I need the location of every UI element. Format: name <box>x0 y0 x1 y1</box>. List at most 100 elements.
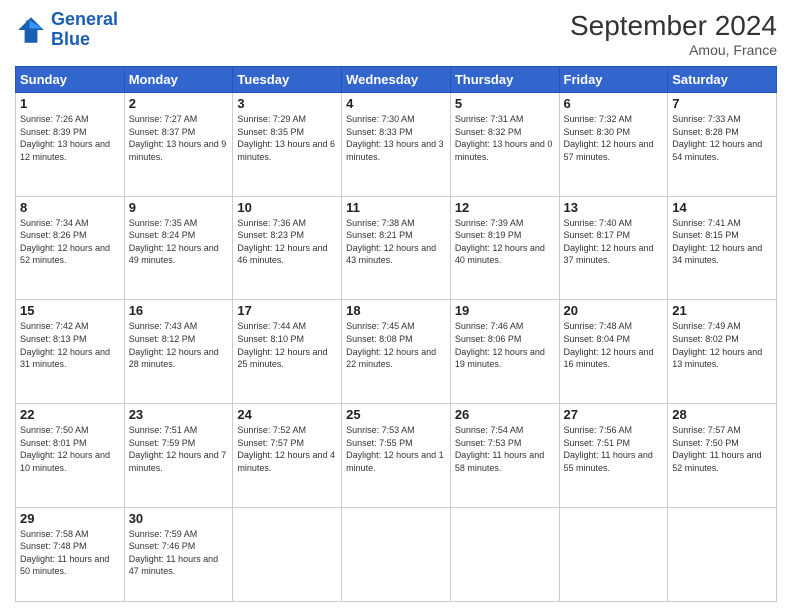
header-saturday: Saturday <box>668 67 777 93</box>
day-number: 11 <box>346 200 446 215</box>
day-info: Sunrise: 7:48 AMSunset: 8:04 PMDaylight:… <box>564 320 664 370</box>
day-info: Sunrise: 7:40 AMSunset: 8:17 PMDaylight:… <box>564 217 664 267</box>
day-number: 22 <box>20 407 120 422</box>
calendar-cell: 12 Sunrise: 7:39 AMSunset: 8:19 PMDayligh… <box>450 196 559 300</box>
calendar-week-5: 29 Sunrise: 7:58 AMSunset: 7:48 PMDayligh… <box>16 507 777 601</box>
header-tuesday: Tuesday <box>233 67 342 93</box>
location: Amou, France <box>570 42 777 58</box>
calendar-cell: 15 Sunrise: 7:42 AMSunset: 8:13 PMDayligh… <box>16 300 125 404</box>
day-info: Sunrise: 7:27 AMSunset: 8:37 PMDaylight:… <box>129 113 229 163</box>
calendar-cell: 3Sunrise: 7:29 AMSunset: 8:35 PMDaylight… <box>233 93 342 197</box>
calendar-cell: 27Sunrise: 7:56 AMSunset: 7:51 PMDayligh… <box>559 404 668 508</box>
calendar-cell: 14 Sunrise: 7:41 AMSunset: 8:15 PMDayligh… <box>668 196 777 300</box>
day-number: 6 <box>564 96 664 111</box>
day-number: 16 <box>129 303 229 318</box>
month-title: September 2024 <box>570 10 777 42</box>
header: General Blue September 2024 Amou, France <box>15 10 777 58</box>
calendar-cell <box>668 507 777 601</box>
calendar-cell <box>559 507 668 601</box>
day-number: 10 <box>237 200 337 215</box>
header-monday: Monday <box>124 67 233 93</box>
day-number: 23 <box>129 407 229 422</box>
day-number: 3 <box>237 96 337 111</box>
calendar-cell: 7Sunrise: 7:33 AMSunset: 8:28 PMDaylight… <box>668 93 777 197</box>
day-number: 30 <box>129 511 229 526</box>
title-block: September 2024 Amou, France <box>570 10 777 58</box>
day-info: Sunrise: 7:59 AMSunset: 7:46 PMDaylight:… <box>129 528 229 578</box>
day-info: Sunrise: 7:33 AMSunset: 8:28 PMDaylight:… <box>672 113 772 163</box>
day-info: Sunrise: 7:53 AMSunset: 7:55 PMDaylight:… <box>346 424 446 474</box>
day-info: Sunrise: 7:51 AMSunset: 7:59 PMDaylight:… <box>129 424 229 474</box>
day-number: 29 <box>20 511 120 526</box>
day-number: 20 <box>564 303 664 318</box>
calendar-cell: 1Sunrise: 7:26 AMSunset: 8:39 PMDaylight… <box>16 93 125 197</box>
day-info: Sunrise: 7:54 AMSunset: 7:53 PMDaylight:… <box>455 424 555 474</box>
calendar-week-4: 22 Sunrise: 7:50 AMSunset: 8:01 PMDayligh… <box>16 404 777 508</box>
day-info: Sunrise: 7:38 AMSunset: 8:21 PMDaylight:… <box>346 217 446 267</box>
header-thursday: Thursday <box>450 67 559 93</box>
calendar-cell: 2Sunrise: 7:27 AMSunset: 8:37 PMDaylight… <box>124 93 233 197</box>
logo-text: General Blue <box>51 10 118 50</box>
day-info: Sunrise: 7:50 AMSunset: 8:01 PMDaylight:… <box>20 424 120 474</box>
calendar-table: Sunday Monday Tuesday Wednesday Thursday… <box>15 66 777 602</box>
logo-icon <box>15 14 47 46</box>
day-number: 17 <box>237 303 337 318</box>
calendar-cell <box>342 507 451 601</box>
day-info: Sunrise: 7:39 AMSunset: 8:19 PMDaylight:… <box>455 217 555 267</box>
calendar-cell: 26 Sunrise: 7:54 AMSunset: 7:53 PMDayligh… <box>450 404 559 508</box>
calendar-cell: 13 Sunrise: 7:40 AMSunset: 8:17 PMDayligh… <box>559 196 668 300</box>
day-info: Sunrise: 7:34 AMSunset: 8:26 PMDaylight:… <box>20 217 120 267</box>
logo-blue: Blue <box>51 29 90 49</box>
day-info: Sunrise: 7:49 AMSunset: 8:02 PMDaylight:… <box>672 320 772 370</box>
day-number: 14 <box>672 200 772 215</box>
day-number: 15 <box>20 303 120 318</box>
day-info: Sunrise: 7:52 AMSunset: 7:57 PMDaylight:… <box>237 424 337 474</box>
logo: General Blue <box>15 10 118 50</box>
day-number: 19 <box>455 303 555 318</box>
day-number: 21 <box>672 303 772 318</box>
day-info: Sunrise: 7:36 AMSunset: 8:23 PMDaylight:… <box>237 217 337 267</box>
calendar-cell: 5 Sunrise: 7:31 AMSunset: 8:32 PMDaylight… <box>450 93 559 197</box>
calendar-cell: 29 Sunrise: 7:58 AMSunset: 7:48 PMDayligh… <box>16 507 125 601</box>
day-info: Sunrise: 7:45 AMSunset: 8:08 PMDaylight:… <box>346 320 446 370</box>
calendar-cell: 24Sunrise: 7:52 AMSunset: 7:57 PMDayligh… <box>233 404 342 508</box>
calendar-cell: 30 Sunrise: 7:59 AMSunset: 7:46 PMDayligh… <box>124 507 233 601</box>
day-info: Sunrise: 7:30 AMSunset: 8:33 PMDaylight:… <box>346 113 446 163</box>
calendar-cell: 19 Sunrise: 7:46 AMSunset: 8:06 PMDayligh… <box>450 300 559 404</box>
calendar-cell: 18 Sunrise: 7:45 AMSunset: 8:08 PMDayligh… <box>342 300 451 404</box>
day-info: Sunrise: 7:46 AMSunset: 8:06 PMDaylight:… <box>455 320 555 370</box>
calendar-cell: 16 Sunrise: 7:43 AMSunset: 8:12 PMDayligh… <box>124 300 233 404</box>
day-info: Sunrise: 7:41 AMSunset: 8:15 PMDaylight:… <box>672 217 772 267</box>
day-info: Sunrise: 7:31 AMSunset: 8:32 PMDaylight:… <box>455 113 555 163</box>
calendar-cell <box>450 507 559 601</box>
day-number: 13 <box>564 200 664 215</box>
day-number: 26 <box>455 407 555 422</box>
calendar-cell: 10 Sunrise: 7:36 AMSunset: 8:23 PMDayligh… <box>233 196 342 300</box>
day-number: 9 <box>129 200 229 215</box>
day-number: 18 <box>346 303 446 318</box>
calendar-week-1: 1Sunrise: 7:26 AMSunset: 8:39 PMDaylight… <box>16 93 777 197</box>
day-info: Sunrise: 7:44 AMSunset: 8:10 PMDaylight:… <box>237 320 337 370</box>
day-number: 1 <box>20 96 120 111</box>
calendar-cell: 11 Sunrise: 7:38 AMSunset: 8:21 PMDayligh… <box>342 196 451 300</box>
calendar-week-2: 8 Sunrise: 7:34 AMSunset: 8:26 PMDaylight… <box>16 196 777 300</box>
calendar-cell: 4Sunrise: 7:30 AMSunset: 8:33 PMDaylight… <box>342 93 451 197</box>
calendar-cell: 21 Sunrise: 7:49 AMSunset: 8:02 PMDayligh… <box>668 300 777 404</box>
calendar-cell: 25 Sunrise: 7:53 AMSunset: 7:55 PMDayligh… <box>342 404 451 508</box>
day-number: 25 <box>346 407 446 422</box>
day-number: 5 <box>455 96 555 111</box>
calendar-cell: 6Sunrise: 7:32 AMSunset: 8:30 PMDaylight… <box>559 93 668 197</box>
day-number: 27 <box>564 407 664 422</box>
day-number: 12 <box>455 200 555 215</box>
day-info: Sunrise: 7:58 AMSunset: 7:48 PMDaylight:… <box>20 528 120 578</box>
header-wednesday: Wednesday <box>342 67 451 93</box>
header-friday: Friday <box>559 67 668 93</box>
calendar-cell: 22 Sunrise: 7:50 AMSunset: 8:01 PMDayligh… <box>16 404 125 508</box>
calendar-week-3: 15 Sunrise: 7:42 AMSunset: 8:13 PMDayligh… <box>16 300 777 404</box>
weekday-header-row: Sunday Monday Tuesday Wednesday Thursday… <box>16 67 777 93</box>
day-info: Sunrise: 7:43 AMSunset: 8:12 PMDaylight:… <box>129 320 229 370</box>
day-info: Sunrise: 7:42 AMSunset: 8:13 PMDaylight:… <box>20 320 120 370</box>
day-info: Sunrise: 7:57 AMSunset: 7:50 PMDaylight:… <box>672 424 772 474</box>
day-number: 8 <box>20 200 120 215</box>
calendar-cell <box>233 507 342 601</box>
